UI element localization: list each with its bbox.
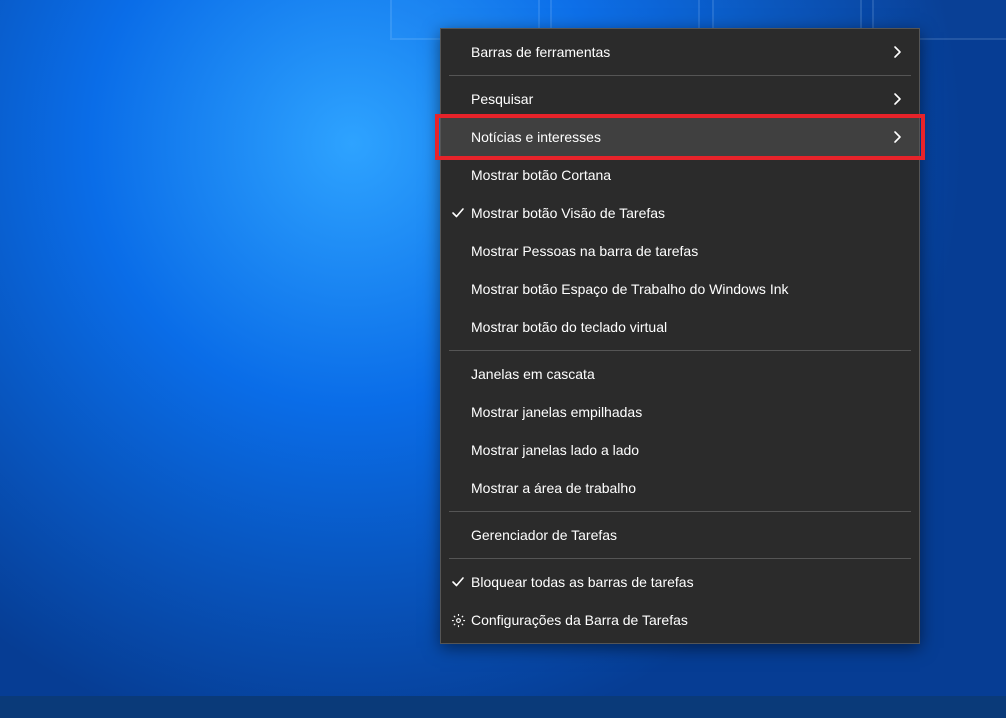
menu-item[interactable]: Gerenciador de Tarefas — [441, 516, 919, 554]
chevron-right-icon — [893, 130, 903, 144]
menu-item-label: Barras de ferramentas — [471, 44, 905, 60]
menu-item[interactable]: Mostrar botão do teclado virtual — [441, 308, 919, 346]
menu-item[interactable]: Pesquisar — [441, 80, 919, 118]
menu-separator — [449, 350, 911, 351]
chevron-right-icon — [893, 92, 903, 106]
menu-item-label: Janelas em cascata — [471, 366, 905, 382]
menu-item-label: Mostrar a área de trabalho — [471, 480, 905, 496]
chevron-right-icon — [893, 45, 903, 59]
menu-item[interactable]: Mostrar botão Cortana — [441, 156, 919, 194]
check-icon — [449, 575, 467, 589]
menu-separator — [449, 511, 911, 512]
menu-item-label: Mostrar Pessoas na barra de tarefas — [471, 243, 905, 259]
menu-item[interactable]: Mostrar botão Espaço de Trabalho do Wind… — [441, 270, 919, 308]
menu-item-label: Mostrar janelas empilhadas — [471, 404, 905, 420]
check-icon — [449, 206, 467, 220]
gear-icon — [449, 613, 467, 628]
menu-item[interactable]: Mostrar Pessoas na barra de tarefas — [441, 232, 919, 270]
menu-separator — [449, 75, 911, 76]
menu-item-label: Mostrar janelas lado a lado — [471, 442, 905, 458]
menu-item[interactable]: Configurações da Barra de Tarefas — [441, 601, 919, 639]
menu-item[interactable]: Notícias e interesses — [441, 118, 919, 156]
menu-item[interactable]: Mostrar janelas empilhadas — [441, 393, 919, 431]
menu-item-label: Mostrar botão Cortana — [471, 167, 905, 183]
menu-item[interactable]: Barras de ferramentas — [441, 33, 919, 71]
menu-item-label: Bloquear todas as barras de tarefas — [471, 574, 905, 590]
menu-item-label: Mostrar botão Visão de Tarefas — [471, 205, 905, 221]
taskbar-edge — [0, 696, 1006, 718]
menu-item-label: Configurações da Barra de Tarefas — [471, 612, 905, 628]
menu-item[interactable]: Mostrar botão Visão de Tarefas — [441, 194, 919, 232]
menu-item[interactable]: Mostrar a área de trabalho — [441, 469, 919, 507]
menu-item-label: Notícias e interesses — [471, 129, 905, 145]
menu-item-label: Gerenciador de Tarefas — [471, 527, 905, 543]
menu-item-label: Mostrar botão do teclado virtual — [471, 319, 905, 335]
menu-item-label: Mostrar botão Espaço de Trabalho do Wind… — [471, 281, 905, 297]
menu-item[interactable]: Mostrar janelas lado a lado — [441, 431, 919, 469]
taskbar-context-menu: Barras de ferramentas Pesquisar Notícias e… — [440, 28, 920, 644]
menu-item-label: Pesquisar — [471, 91, 905, 107]
menu-item[interactable]: Janelas em cascata — [441, 355, 919, 393]
menu-separator — [449, 558, 911, 559]
menu-item[interactable]: Bloquear todas as barras de tarefas — [441, 563, 919, 601]
